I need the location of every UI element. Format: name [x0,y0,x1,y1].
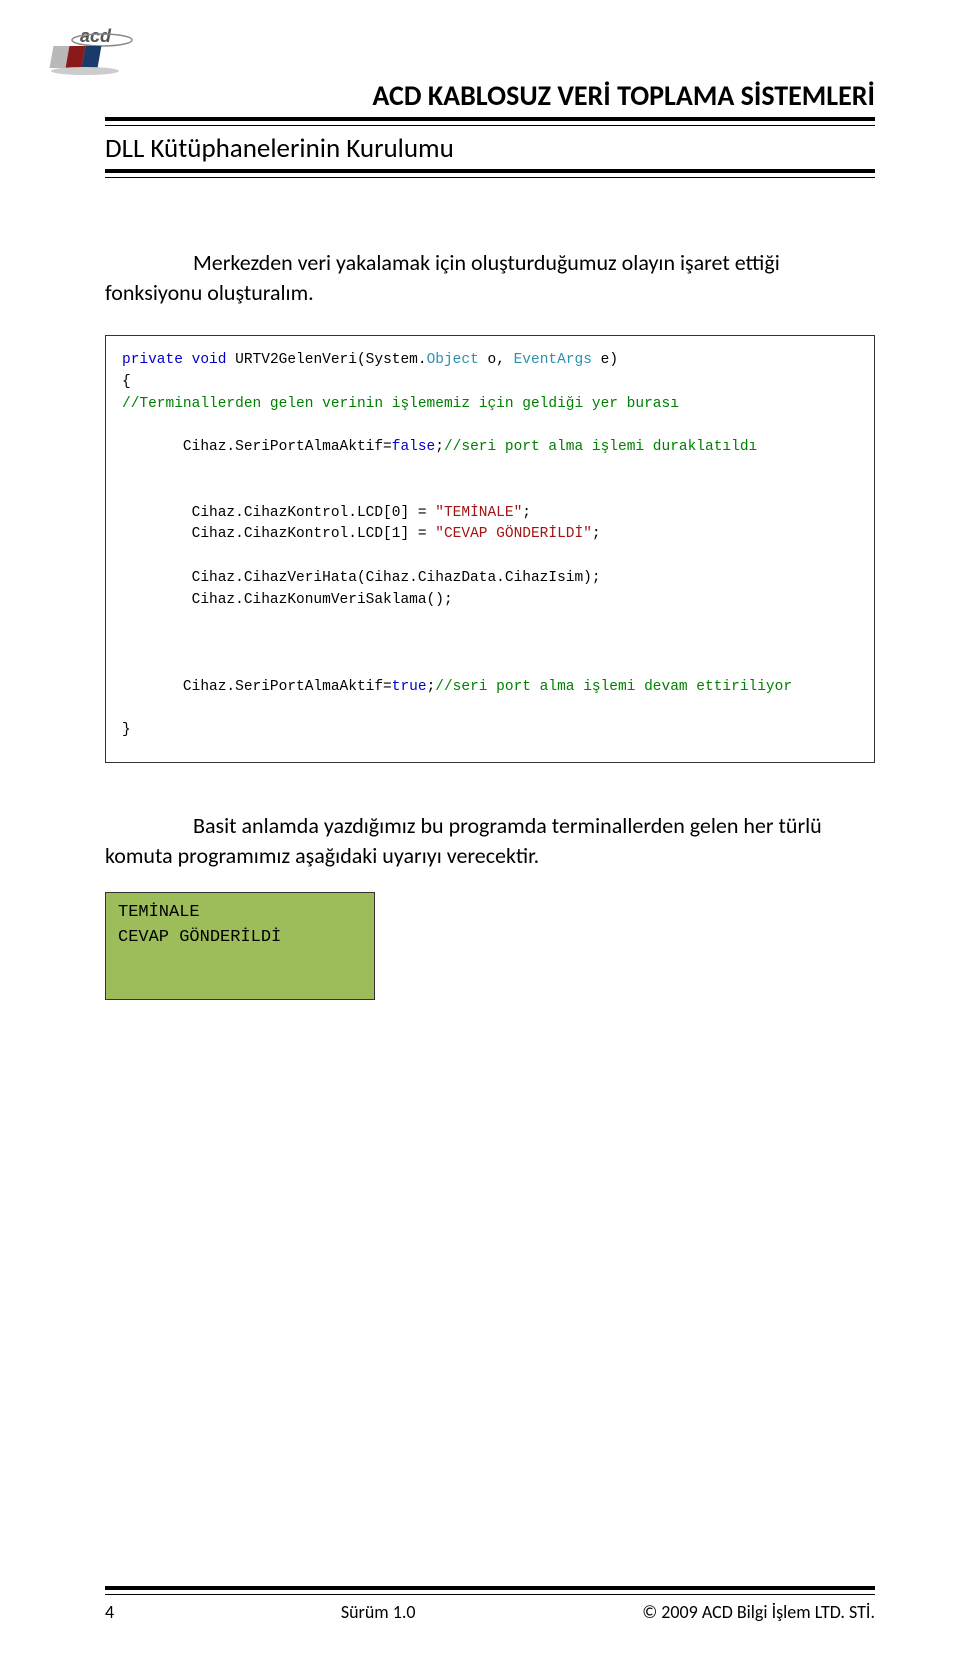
terminal-line: TEMİNALE [118,901,362,926]
code-text: ; [522,505,531,521]
code-text: ; [427,679,436,695]
page-footer: 4 Sürüm 1.0 © 2009 ACD Bilgi İşlem LTD. … [105,1586,875,1623]
code-text: o, [479,352,514,368]
code-keyword: true [392,679,427,695]
footer-rule [105,1586,875,1595]
code-text: ; [435,439,444,455]
page: acd ACD KABLOSUZ VERİ TOPLAMA SİSTEMLERİ… [0,0,960,1678]
code-text: Cihaz.SeriPortAlmaAktif= [122,439,392,455]
code-text: } [122,722,131,738]
code-text: Cihaz.CihazVeriHata(Cihaz.CihazData.Ciha… [122,570,601,586]
section-heading: DLL Kütüphanelerinin Kurulumu [105,132,875,165]
code-comment: //seri port alma işlemi devam ettiriliyo… [435,679,792,695]
code-text: Cihaz.CihazKonumVeriSaklama(); [122,592,453,608]
code-text: Cihaz.CihazKontrol.LCD[0] = [122,505,435,521]
paragraph: Basit anlamda yazdığımız bu programda te… [105,811,875,870]
code-string: "TEMİNALE" [435,505,522,521]
code-string: "CEVAP GÖNDERİLDİ" [435,526,592,542]
paragraph: Merkezden veri yakalamak için oluşturduğ… [105,248,875,307]
code-type: EventArgs [514,352,592,368]
code-type: Object [427,352,479,368]
code-comment: //Terminallerden gelen verinin işlememiz… [122,396,679,412]
terminal-line: CEVAP GÖNDERİLDİ [118,926,362,951]
code-block: private void URTV2GelenVeri(System.Objec… [105,335,875,763]
copyright: © 2009 ACD Bilgi İşlem LTD. STİ. [642,1601,875,1623]
code-text: e) [592,352,618,368]
page-number: 4 [105,1601,114,1623]
code-keyword: false [392,439,436,455]
code-text: ; [592,526,601,542]
code-text: Cihaz.CihazKontrol.LCD[1] = [122,526,435,542]
code-text: { [122,374,131,390]
header-rule [105,117,875,126]
code-comment: //seri port alma işlemi duraklatıldı [444,439,757,455]
code-keyword: void [183,352,227,368]
company-logo: acd [40,20,160,80]
version-label: Sürüm 1.0 [341,1601,416,1623]
terminal-output: TEMİNALE CEVAP GÖNDERİLDİ [105,892,375,999]
code-keyword: private [122,352,183,368]
document-title: ACD KABLOSUZ VERİ TOPLAMA SİSTEMLERİ [105,78,875,113]
svg-text:acd: acd [80,26,112,46]
header-rule [105,169,875,178]
code-text: URTV2GelenVeri(System. [226,352,426,368]
code-text: Cihaz.SeriPortAlmaAktif= [122,679,392,695]
